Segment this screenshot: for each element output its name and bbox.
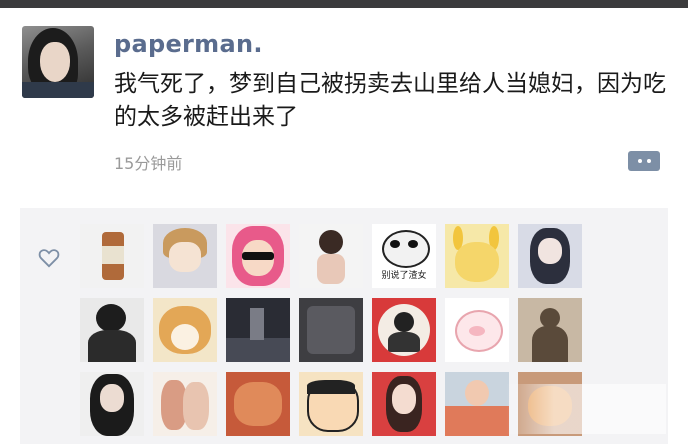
beach-avatar[interactable] bbox=[445, 372, 509, 436]
sketch-couple-avatar[interactable] bbox=[153, 372, 217, 436]
watermark bbox=[506, 384, 666, 434]
comment-button[interactable] bbox=[628, 151, 660, 171]
guy-avatar[interactable] bbox=[80, 298, 144, 362]
pink-hair-sunglasses-avatar[interactable] bbox=[226, 224, 290, 288]
bottle-avatar[interactable] bbox=[80, 224, 144, 288]
shadow-avatar[interactable] bbox=[518, 298, 582, 362]
panda-meme-caption: 别说了渣女 bbox=[381, 271, 427, 281]
yellow-bunny-avatar[interactable] bbox=[445, 224, 509, 288]
food-avatar[interactable] bbox=[226, 372, 290, 436]
pig-avatar[interactable] bbox=[445, 298, 509, 362]
post-author-avatar[interactable] bbox=[22, 26, 94, 98]
dark-anime-girl-avatar[interactable] bbox=[518, 224, 582, 288]
heart-outline-icon bbox=[38, 249, 60, 268]
post-username[interactable]: paperman. bbox=[114, 30, 263, 58]
night-city-avatar[interactable] bbox=[226, 298, 290, 362]
status-bar bbox=[0, 0, 688, 8]
long-hair-girl-avatar[interactable] bbox=[80, 372, 144, 436]
anime-girl-avatar[interactable] bbox=[153, 224, 217, 288]
post-timestamp: 15分钟前 bbox=[114, 154, 183, 173]
panda-meme-avatar[interactable]: 别说了渣女 bbox=[372, 224, 436, 288]
comment-dots-icon bbox=[637, 159, 642, 163]
red-frame-avatar[interactable] bbox=[372, 298, 436, 362]
red-background-girl-avatar[interactable] bbox=[372, 372, 436, 436]
dark-room-avatar[interactable] bbox=[299, 298, 363, 362]
post-text: 我气死了，梦到自己被拐卖去山里给人当媳妇，因为吃的太多被赶出来了 bbox=[114, 71, 666, 130]
shiba-dog-avatar[interactable] bbox=[153, 298, 217, 362]
sketch-girl-avatar[interactable] bbox=[299, 224, 363, 288]
cartoon-boy-avatar[interactable] bbox=[299, 372, 363, 436]
